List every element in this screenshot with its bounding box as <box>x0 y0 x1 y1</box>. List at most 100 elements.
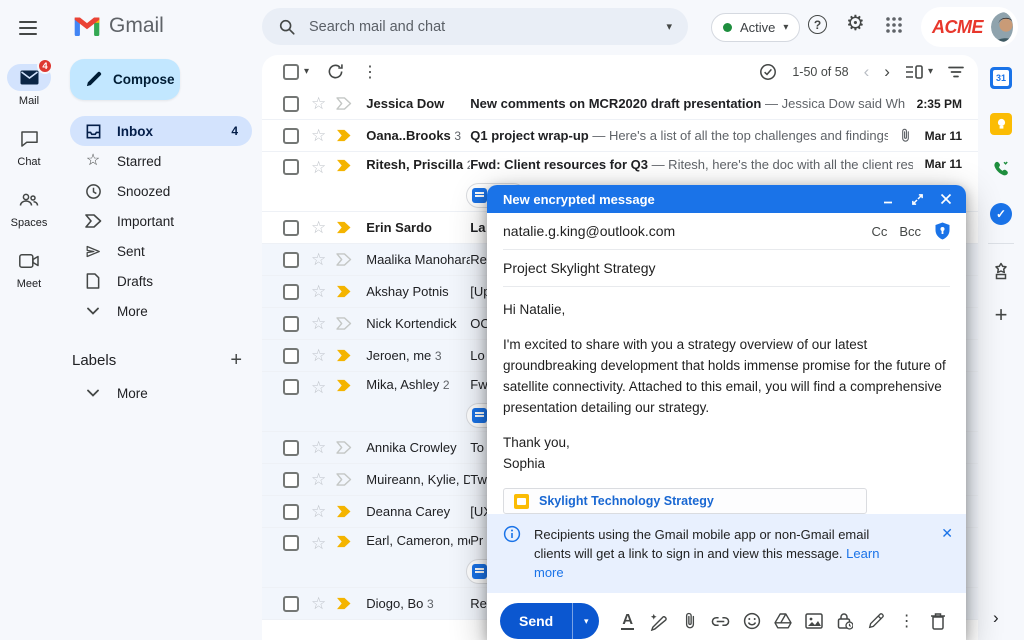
select-caret-icon[interactable]: ▾ <box>304 66 309 77</box>
message-body[interactable]: Hi Natalie, I'm excited to share with yo… <box>487 287 966 474</box>
chat-status-selector[interactable]: Active ▾ <box>711 13 800 42</box>
row-checkbox[interactable] <box>283 220 299 236</box>
google-apps-grid-icon[interactable] <box>885 16 903 34</box>
sidebar-item-important[interactable]: Important <box>70 206 252 236</box>
addons-icon[interactable] <box>992 262 1010 280</box>
formatting-options-icon[interactable]: A <box>612 605 643 637</box>
search-bar[interactable]: Search mail and chat ▾ <box>262 8 688 45</box>
row-checkbox[interactable] <box>283 159 299 175</box>
importance-marker-icon[interactable] <box>336 159 352 172</box>
star-icon[interactable]: ☆ <box>311 347 326 364</box>
rail-item-mail[interactable]: 4 Mail <box>7 64 51 107</box>
more-send-options-icon[interactable]: ⋮ <box>891 605 922 637</box>
star-icon[interactable]: ☆ <box>311 471 326 488</box>
discard-draft-trash-icon[interactable] <box>922 605 953 637</box>
voice-phone-icon[interactable] <box>991 159 1011 179</box>
row-checkbox[interactable] <box>283 316 299 332</box>
bcc-button[interactable]: Bcc <box>899 224 921 239</box>
signature-pen-icon[interactable] <box>860 605 891 637</box>
star-icon[interactable]: ☆ <box>311 159 326 176</box>
star-icon[interactable]: ☆ <box>311 595 326 612</box>
sidebar-item-sent[interactable]: Sent <box>70 236 252 266</box>
importance-marker-icon[interactable] <box>336 441 352 454</box>
row-checkbox[interactable] <box>283 596 299 612</box>
sidebar-item-drafts[interactable]: Drafts <box>70 266 252 296</box>
search-options-caret-icon[interactable]: ▾ <box>666 20 672 33</box>
importance-marker-icon[interactable] <box>336 285 352 298</box>
importance-marker-icon[interactable] <box>336 473 352 486</box>
more-options-icon[interactable]: ⋮ <box>362 62 379 82</box>
mark-done-icon[interactable] <box>759 63 777 81</box>
send-button[interactable]: Send <box>500 603 572 639</box>
cc-button[interactable]: Cc <box>871 224 887 239</box>
insert-image-icon[interactable] <box>798 605 829 637</box>
row-checkbox[interactable] <box>283 252 299 268</box>
importance-marker-icon[interactable] <box>336 129 352 142</box>
calendar-icon[interactable]: 31 <box>990 67 1012 89</box>
importance-marker-icon[interactable] <box>336 379 352 392</box>
settings-gear-icon[interactable]: ⚙ <box>846 13 865 34</box>
labels-more[interactable]: More <box>70 378 252 408</box>
importance-marker-icon[interactable] <box>336 253 352 266</box>
subject-row[interactable]: Project Skylight Strategy <box>503 250 950 287</box>
compose-button[interactable]: Compose <box>70 59 180 100</box>
row-checkbox[interactable] <box>283 535 299 551</box>
star-icon[interactable]: ☆ <box>311 503 326 520</box>
side-panel-collapse-icon[interactable]: › <box>993 608 999 628</box>
row-checkbox[interactable] <box>283 96 299 112</box>
rail-item-chat[interactable]: Chat <box>7 125 51 168</box>
older-page-icon[interactable]: › <box>884 63 890 80</box>
insert-link-icon[interactable] <box>705 605 736 637</box>
row-checkbox[interactable] <box>283 379 299 395</box>
attachment-chip[interactable]: Skylight Technology Strategy <box>503 488 867 514</box>
close-icon[interactable] <box>940 193 952 205</box>
star-icon[interactable]: ☆ <box>311 127 326 144</box>
tasks-icon[interactable]: ✓ <box>990 203 1012 225</box>
star-icon[interactable]: ☆ <box>311 315 326 332</box>
filter-icon[interactable] <box>948 66 964 78</box>
send-options-caret-icon[interactable]: ▾ <box>572 603 599 639</box>
keep-icon[interactable] <box>990 113 1012 135</box>
email-row[interactable]: ☆Jessica DowNew comments on MCR2020 draf… <box>262 88 978 120</box>
compose-titlebar[interactable]: New encrypted message <box>487 185 966 213</box>
row-checkbox[interactable] <box>283 504 299 520</box>
popout-icon[interactable] <box>911 193 924 206</box>
select-all-checkbox[interactable] <box>283 64 299 80</box>
star-icon[interactable]: ☆ <box>311 95 326 112</box>
sidebar-item-snoozed[interactable]: Snoozed <box>70 176 252 206</box>
star-icon[interactable]: ☆ <box>311 251 326 268</box>
get-addons-plus-icon[interactable]: + <box>995 304 1008 326</box>
sidebar-item-starred[interactable]: ☆ Starred <box>70 146 252 176</box>
rail-item-meet[interactable]: Meet <box>7 247 51 290</box>
star-icon[interactable]: ☆ <box>311 535 326 552</box>
row-checkbox[interactable] <box>283 472 299 488</box>
avatar[interactable] <box>991 12 1013 42</box>
importance-marker-icon[interactable] <box>336 349 352 362</box>
subject-field[interactable]: Project Skylight Strategy <box>503 260 656 276</box>
row-checkbox[interactable] <box>283 284 299 300</box>
star-icon[interactable]: ☆ <box>311 439 326 456</box>
importance-marker-icon[interactable] <box>336 535 352 548</box>
star-icon[interactable]: ☆ <box>311 283 326 300</box>
recipient-email[interactable]: natalie.g.king@outlook.com <box>503 223 859 239</box>
rail-item-spaces[interactable]: Spaces <box>7 186 51 229</box>
minimize-icon[interactable] <box>883 193 895 205</box>
recipients-row[interactable]: natalie.g.king@outlook.com Cc Bcc <box>503 213 950 250</box>
star-icon[interactable]: ☆ <box>311 379 326 396</box>
confidential-mode-icon[interactable] <box>829 605 860 637</box>
sidebar-item-more[interactable]: More <box>70 296 252 326</box>
encryption-shield-icon[interactable] <box>935 222 950 240</box>
split-pane-toggle-icon[interactable]: ▾ <box>905 64 933 80</box>
importance-marker-icon[interactable] <box>336 97 352 110</box>
email-row[interactable]: ☆Oana..Brooks 3Q1 project wrap-up — Here… <box>262 120 978 152</box>
newer-page-icon[interactable]: ‹ <box>864 63 870 80</box>
row-checkbox[interactable] <box>283 348 299 364</box>
row-checkbox[interactable] <box>283 128 299 144</box>
importance-marker-icon[interactable] <box>336 505 352 518</box>
drive-icon[interactable] <box>767 605 798 637</box>
star-icon[interactable]: ☆ <box>311 219 326 236</box>
refresh-icon[interactable] <box>327 63 344 80</box>
importance-marker-icon[interactable] <box>336 317 352 330</box>
emoji-icon[interactable] <box>736 605 767 637</box>
help-icon[interactable]: ? <box>808 15 827 34</box>
